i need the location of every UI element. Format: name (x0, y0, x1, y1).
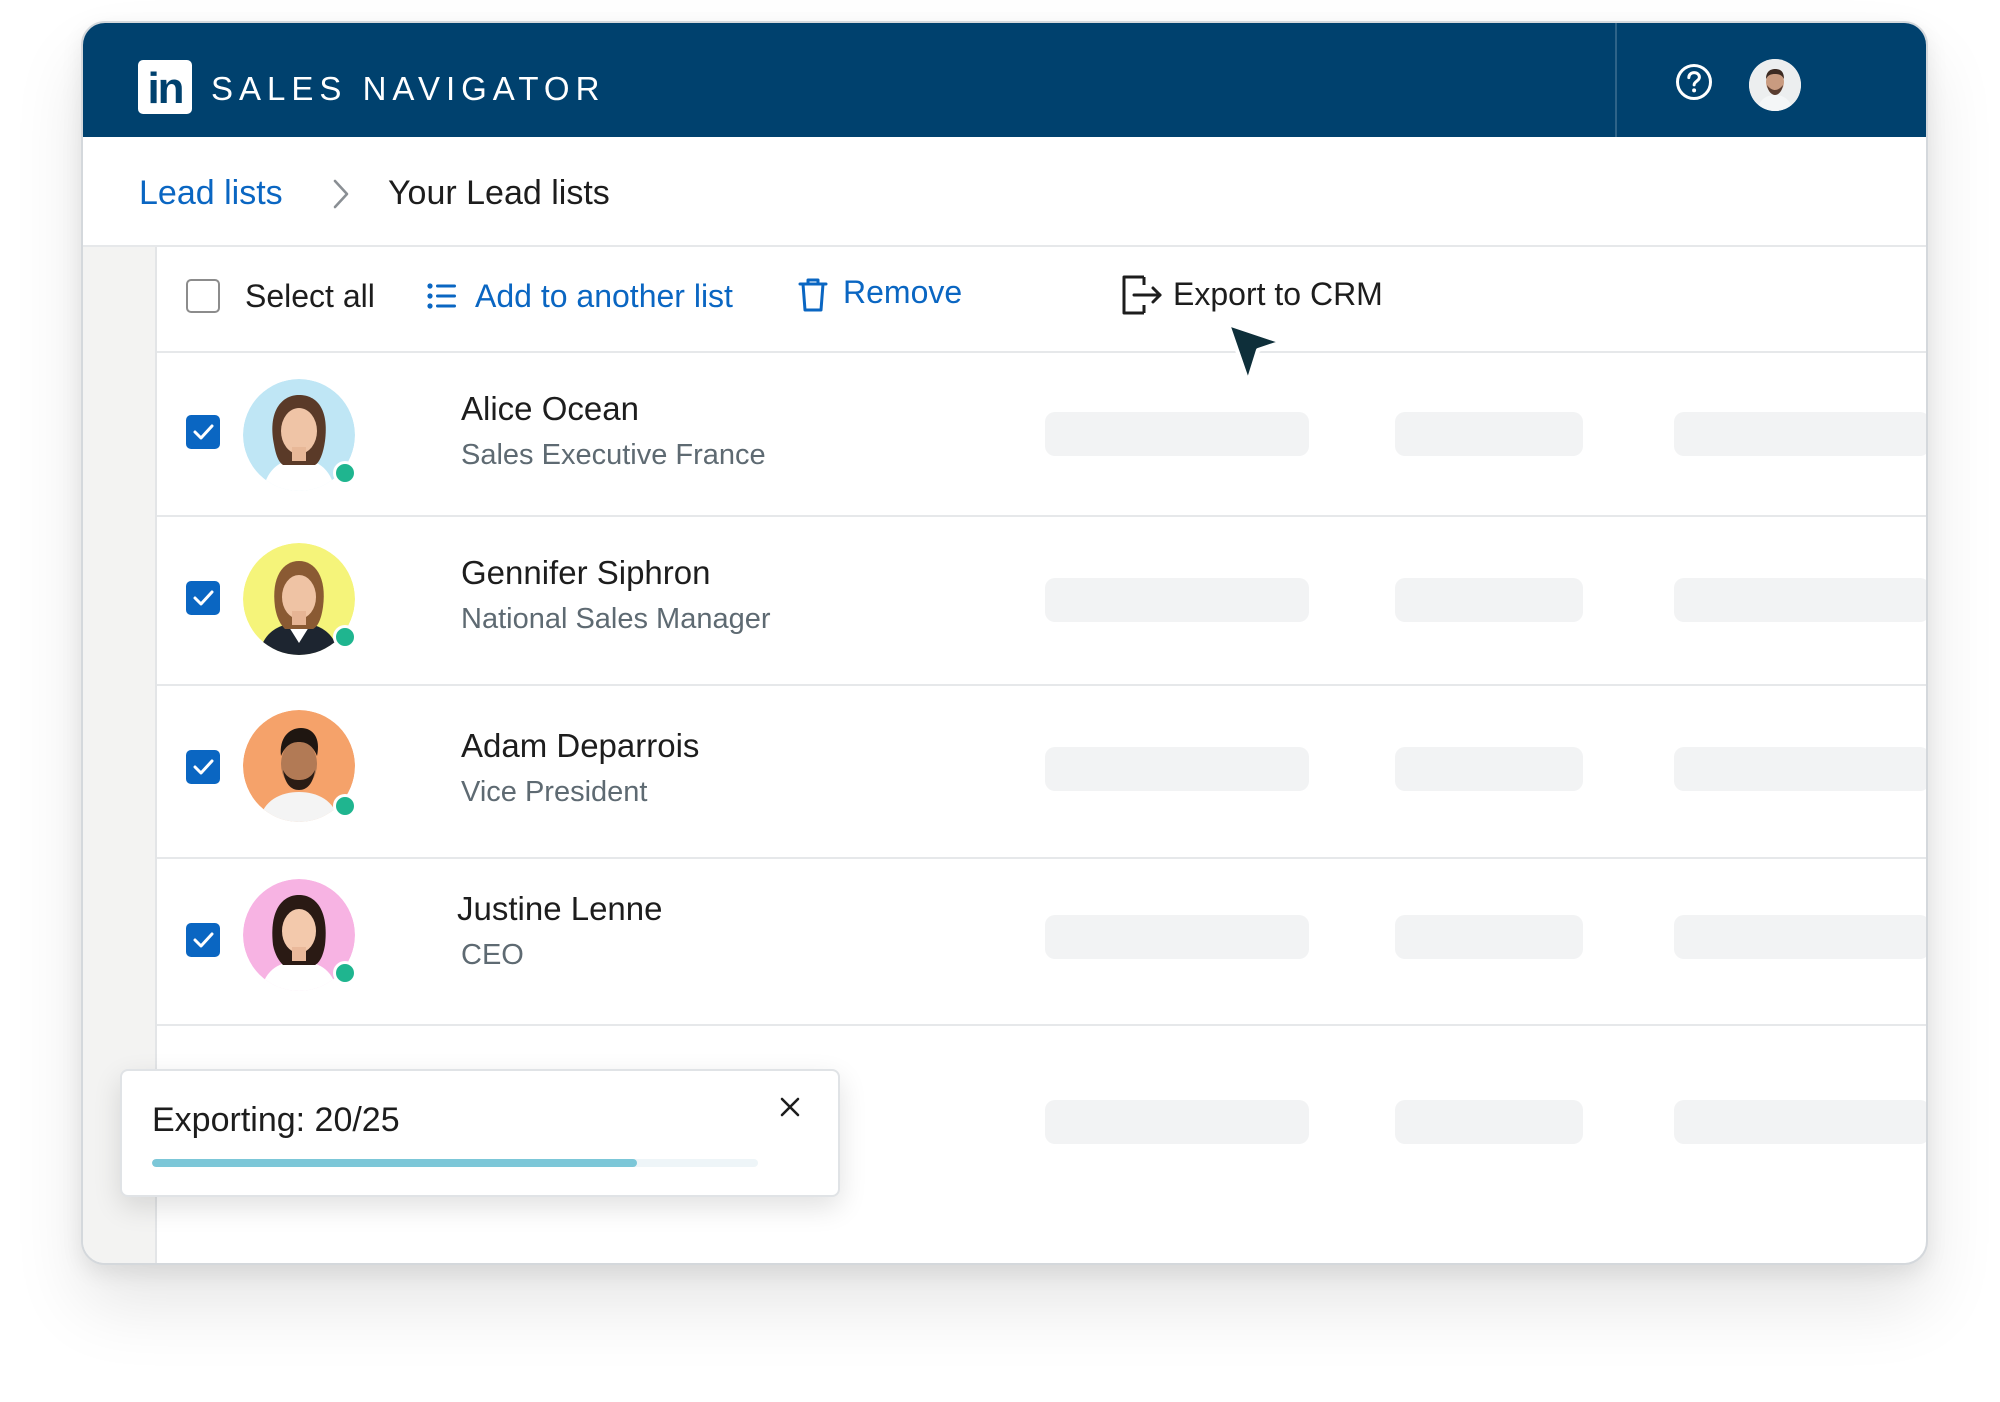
question-circle-icon[interactable] (1675, 63, 1713, 101)
export-progress-bar (152, 1159, 758, 1167)
table-row[interactable]: Adam Deparrois Vice President (157, 686, 1926, 859)
export-icon[interactable] (1120, 273, 1164, 317)
top-header: in SALES NAVIGATOR (83, 23, 1926, 137)
row-checkbox[interactable] (186, 923, 220, 957)
close-icon[interactable] (776, 1093, 804, 1121)
placeholder-cell (1395, 747, 1583, 791)
checkmark-icon (193, 424, 214, 440)
brand-name: SALES NAVIGATOR (211, 70, 606, 107)
checkmark-icon (193, 759, 214, 775)
presence-dot (333, 961, 357, 985)
lead-title: Sales Executive France (461, 439, 766, 471)
lead-title: CEO (461, 939, 524, 971)
add-to-another-list-button[interactable]: Add to another list (475, 276, 733, 316)
remove-button[interactable]: Remove (843, 272, 962, 312)
placeholder-cell (1045, 747, 1309, 791)
row-checkbox[interactable] (186, 415, 220, 449)
export-status-text: Exporting: 20/25 (152, 1101, 400, 1139)
export-to-crm-button[interactable]: Export to CRM (1173, 274, 1383, 314)
table-row[interactable]: Justine Lenne CEO (157, 859, 1926, 1026)
placeholder-cell (1674, 412, 1926, 456)
breadcrumb-lead-lists-link[interactable]: Lead lists (139, 172, 283, 214)
placeholder-cell (1045, 1100, 1309, 1144)
presence-dot (333, 625, 357, 649)
user-avatar[interactable] (1749, 59, 1801, 111)
bulk-actions-toolbar: Select all Add to another list Remove Ex… (157, 247, 1926, 353)
placeholder-cell (1674, 915, 1926, 959)
linkedin-logo[interactable]: in (138, 60, 192, 114)
presence-dot (333, 794, 357, 818)
list-icon[interactable] (427, 282, 457, 310)
breadcrumb-current: Your Lead lists (388, 174, 610, 212)
breadcrumb: Lead lists Your Lead lists (83, 137, 1926, 247)
export-progress-toast: Exporting: 20/25 (120, 1069, 840, 1197)
trash-icon[interactable] (798, 277, 828, 313)
checkmark-icon (193, 932, 214, 948)
select-all-label[interactable]: Select all (245, 276, 375, 316)
placeholder-cell (1395, 412, 1583, 456)
lead-name[interactable]: Justine Lenne (457, 889, 663, 929)
placeholder-cell (1674, 578, 1926, 622)
row-checkbox[interactable] (186, 581, 220, 615)
table-row[interactable]: Alice Ocean Sales Executive France (157, 353, 1926, 517)
placeholder-cell (1674, 747, 1926, 791)
checkmark-icon (193, 590, 214, 606)
export-progress-fill (152, 1159, 637, 1167)
lead-title: National Sales Manager (461, 603, 771, 635)
row-checkbox[interactable] (186, 750, 220, 784)
placeholder-cell (1395, 1100, 1583, 1144)
lead-name[interactable]: Gennifer Siphron (461, 553, 710, 593)
table-row[interactable]: Gennifer Siphron National Sales Manager (157, 517, 1926, 686)
header-divider (1615, 23, 1617, 137)
lead-name[interactable]: Alice Ocean (461, 389, 639, 429)
mouse-cursor-icon (1226, 322, 1284, 384)
placeholder-cell (1045, 578, 1309, 622)
lead-name[interactable]: Adam Deparrois (461, 726, 699, 766)
lead-title: Vice President (461, 776, 648, 808)
presence-dot (333, 461, 357, 485)
placeholder-cell (1395, 915, 1583, 959)
select-all-checkbox[interactable] (186, 279, 220, 313)
placeholder-cell (1045, 915, 1309, 959)
placeholder-cell (1674, 1100, 1926, 1144)
chevron-right-icon (333, 179, 349, 209)
placeholder-cell (1045, 412, 1309, 456)
placeholder-cell (1395, 578, 1583, 622)
